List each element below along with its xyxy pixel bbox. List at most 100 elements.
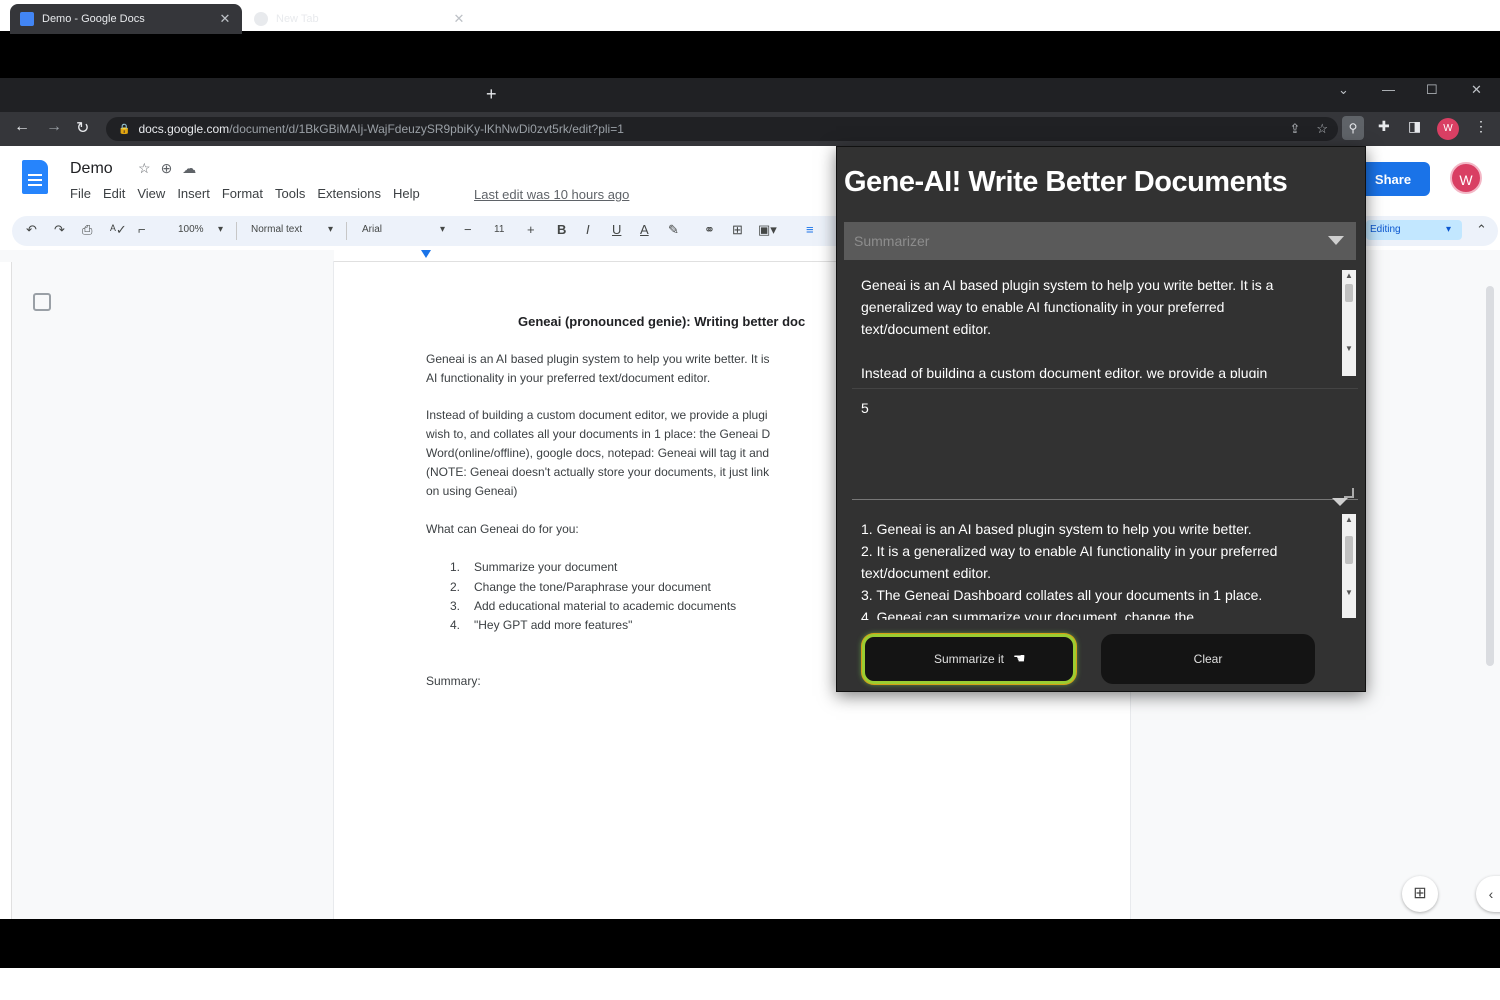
address-bar[interactable]: 🔒 docs.google.com /document/d/1BkGBiMAIj… [106,117,1338,141]
bold-icon[interactable]: B [557,222,566,237]
output-scrollbar[interactable]: ▲ ▼ [1342,514,1356,618]
browser-menu-icon[interactable]: ⋮ [1474,118,1488,135]
doc-title-icons: ☆⊕☁ [138,160,206,177]
forward-arrow-icon[interactable]: → [46,118,62,136]
add-comment-icon[interactable]: ⊞ [1402,876,1438,912]
tab-search-chevron-icon[interactable]: ⌄ [1338,82,1349,98]
close-icon[interactable]: ✕ [452,11,466,27]
scroll-down-icon[interactable]: ▼ [1345,588,1353,597]
link-icon[interactable]: ⚭ [704,222,715,238]
browser-tabstrip [0,78,1500,112]
sentence-count-field[interactable]: 5 [852,388,1358,500]
chevron-down-icon: ▾ [1446,224,1452,235]
summary-output-area[interactable]: 1. Geneai is an AI based plugin system t… [852,516,1358,620]
text-line [861,340,1330,362]
back-arrow-icon[interactable]: ← [14,118,30,136]
extensions-puzzle-icon[interactable]: ✚ [1378,118,1390,135]
menu-help[interactable]: Help [393,186,420,201]
menu-extensions[interactable]: Extensions [317,186,381,201]
scroll-thumb[interactable] [1345,536,1353,564]
scroll-thumb[interactable] [1345,284,1353,302]
paragraph-line: on using Geneai) [426,484,518,498]
minimize-icon[interactable]: — [1382,82,1395,97]
account-avatar[interactable]: W [1450,162,1482,194]
close-icon[interactable]: ✕ [218,11,232,27]
paint-format-icon[interactable]: ⌐ [138,222,146,237]
mode-select-value: Summarizer [854,233,930,249]
scroll-up-icon[interactable]: ▲ [1345,271,1353,280]
scroll-up-icon[interactable]: ▲ [1345,515,1353,524]
page-scrollbar[interactable] [1486,286,1494,666]
toolbar-divider [346,222,347,240]
side-panel-icon[interactable]: ◨ [1408,118,1421,135]
image-icon[interactable]: ▣▾ [758,222,777,238]
redo-icon[interactable]: ↷ [54,222,65,238]
summarize-button[interactable]: Summarize it [862,634,1076,684]
document-outline-icon[interactable] [33,293,51,311]
menu-edit[interactable]: Edit [103,186,125,201]
share-button[interactable]: Share [1356,162,1430,196]
geneai-extension-icon[interactable]: ⚲ [1342,116,1364,140]
spellcheck-icon[interactable]: ᴬ✓ [110,222,127,238]
url-host: docs.google.com [138,122,230,136]
window-close-icon[interactable]: ✕ [1471,82,1482,98]
paragraph-line: (NOTE: Geneai doesn't actually store you… [426,465,770,479]
menu-insert[interactable]: Insert [177,186,210,201]
last-edit-link[interactable]: Last edit was 10 hours ago [474,187,629,202]
list-item: 1. Summarize your document [450,560,617,574]
resize-grip-icon[interactable] [1344,488,1354,498]
undo-icon[interactable]: ↶ [26,222,37,238]
menu-format[interactable]: Format [222,186,263,201]
cloud-status-icon: ☁ [182,160,207,176]
indent-marker[interactable] [421,250,431,258]
zoom-select[interactable]: 100% [178,224,204,235]
increase-font-icon[interactable]: + [527,222,535,237]
text-color-icon[interactable]: A [640,222,649,237]
list-text: Add educational material to academic doc… [474,599,737,613]
align-left-icon[interactable]: ≡ [806,222,814,237]
paragraph-line: Geneai is an AI based plugin system to h… [426,352,770,366]
browser-profile-avatar[interactable]: W [1437,118,1459,140]
font-select[interactable]: Arial [362,224,382,235]
chevron-down-icon [1332,498,1348,506]
italic-icon[interactable]: I [586,222,590,237]
comment-icon[interactable]: ⊞ [732,222,743,238]
document-title[interactable]: Demo [70,160,113,178]
list-number: 1. [450,560,461,574]
reload-icon[interactable]: ↻ [76,118,89,138]
decrease-font-icon[interactable]: − [464,222,472,237]
text-line: text/document editor. [861,321,991,337]
chevron-down-icon: ▾ [328,224,334,235]
move-folder-icon[interactable]: ⊕ [161,160,183,176]
star-icon[interactable]: ☆ [138,160,161,176]
hand-cursor-icon: ☚ [1013,650,1026,666]
popup-title: Gene-AI! Write Better Documents [844,166,1288,198]
scroll-down-icon[interactable]: ▼ [1345,344,1353,353]
mode-select[interactable]: Summarizer [844,222,1356,260]
chrome-favicon-icon [254,12,268,26]
tab-new-tab[interactable]: New Tab ✕ [244,4,476,34]
new-tab-plus-icon[interactable]: + [486,84,497,105]
highlight-icon[interactable]: ✎ [668,222,679,238]
style-select[interactable]: Normal text [251,224,302,235]
screen: Demo - Google Docs ✕ New Tab ✕ + ⌄ — ☐ ✕… [0,0,1500,1000]
collapse-menus-icon[interactable]: ⌃ [1476,222,1487,238]
underline-icon[interactable]: U [612,222,621,237]
maximize-icon[interactable]: ☐ [1426,82,1438,98]
font-size-input[interactable]: 11 [494,224,504,235]
menu-file[interactable]: File [70,186,91,201]
menu-tools[interactable]: Tools [275,186,305,201]
menu-view[interactable]: View [137,186,165,201]
list-item: 4. "Hey GPT add more features" [450,618,632,632]
docs-logo-icon[interactable] [22,160,48,194]
list-item: 3. Add educational material to academic d… [450,599,736,613]
bookmark-star-icon[interactable]: ☆ [1316,121,1328,137]
print-icon[interactable]: ⎙ [82,222,92,238]
clear-button[interactable]: Clear [1101,634,1315,684]
paragraph-line: Word(online/offline), google docs, notep… [426,446,770,460]
source-text-area[interactable]: Geneai is an AI based plugin system to h… [852,270,1358,378]
source-scrollbar[interactable]: ▲ ▼ [1342,270,1356,376]
share-page-icon[interactable]: ⇪ [1289,121,1300,137]
chevron-down-icon [1328,236,1344,245]
tab-google-docs[interactable]: Demo - Google Docs ✕ [10,4,242,34]
